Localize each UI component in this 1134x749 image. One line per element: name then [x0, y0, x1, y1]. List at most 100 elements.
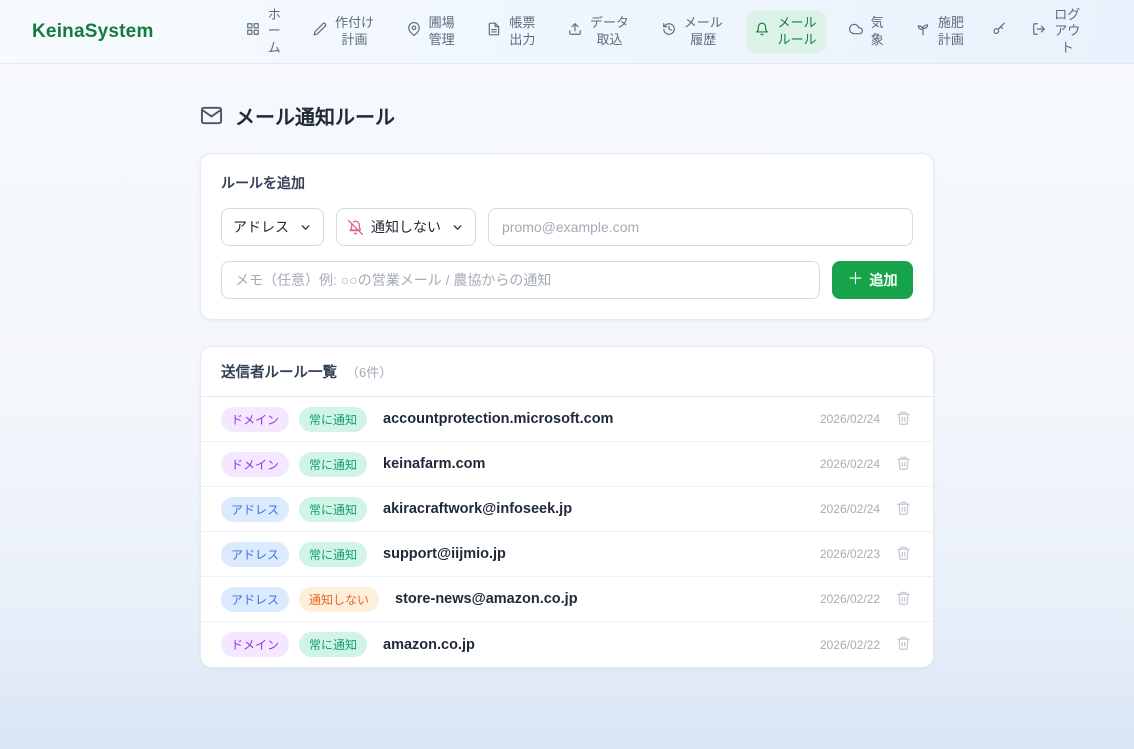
- rule-date: 2026/02/22: [820, 592, 880, 606]
- rule-date: 2026/02/22: [820, 638, 880, 652]
- rules-list-card: 送信者ルール一覧 （6件） ドメイン 常に通知 accountprotectio…: [200, 346, 934, 668]
- page-title: メール通知ルール: [200, 101, 934, 130]
- rule-type-badge: ドメイン: [221, 632, 289, 657]
- rule-value: akiracraftwork@infoseek.jp: [383, 501, 820, 517]
- rule-row: ドメイン 常に通知 keinafarm.com 2026/02/24: [201, 442, 933, 487]
- grid-icon: [246, 22, 260, 40]
- nav-label: 圃場管理: [428, 15, 456, 48]
- rule-value: accountprotection.microsoft.com: [383, 411, 820, 427]
- rule-action-badge: 常に通知: [299, 407, 367, 432]
- rules-list-header: 送信者ルール一覧 （6件）: [201, 347, 933, 397]
- nav-item-data-import[interactable]: データ取込: [559, 10, 639, 53]
- add-rule-row-2: ＋ 追加: [221, 261, 913, 299]
- trash-icon: [896, 635, 911, 654]
- nav-label: 帳票出力: [508, 15, 536, 48]
- nav-label: 気象: [870, 15, 884, 48]
- nav-item-report-output[interactable]: 帳票出力: [478, 10, 545, 53]
- rule-action-select[interactable]: 通知しない: [336, 208, 476, 246]
- page-title-text: メール通知ルール: [235, 101, 395, 130]
- rule-type-select[interactable]: アドレス: [221, 208, 324, 246]
- rule-action-badge: 常に通知: [299, 542, 367, 567]
- nav-label: データ取込: [589, 15, 630, 48]
- nav-label: メールルール: [776, 15, 817, 48]
- rule-type-badge: アドレス: [221, 542, 289, 567]
- cloud-icon: [849, 22, 863, 40]
- rule-type-badge: ドメイン: [221, 407, 289, 432]
- rules-list-title: 送信者ルール一覧: [221, 361, 337, 382]
- rule-row: ドメイン 常に通知 amazon.co.jp 2026/02/22: [201, 622, 933, 667]
- rule-type-badge: アドレス: [221, 497, 289, 522]
- delete-rule-button[interactable]: [894, 633, 913, 656]
- trash-icon: [896, 410, 911, 429]
- pencil-icon: [313, 22, 327, 40]
- delete-rule-button[interactable]: [894, 543, 913, 566]
- trash-icon: [896, 455, 911, 474]
- mail-icon: [200, 104, 223, 127]
- rule-row: アドレス 常に通知 akiracraftwork@infoseek.jp 202…: [201, 487, 933, 532]
- nav-item-mail-rules[interactable]: メールルール: [746, 10, 826, 53]
- bell-icon: [755, 22, 769, 40]
- brand-logo[interactable]: KeinaSystem: [32, 21, 154, 43]
- nav-item-home[interactable]: ホーム: [237, 2, 290, 61]
- map-pin-icon: [407, 22, 421, 40]
- memo-input[interactable]: [221, 261, 820, 299]
- nav-item-key[interactable]: [988, 17, 1010, 45]
- delete-rule-button[interactable]: [894, 498, 913, 521]
- delete-rule-button[interactable]: [894, 588, 913, 611]
- rule-action-badge: 通知しない: [299, 587, 379, 612]
- delete-rule-button[interactable]: [894, 453, 913, 476]
- rule-row: ドメイン 常に通知 accountprotection.microsoft.co…: [201, 397, 933, 442]
- plus-icon: ＋: [847, 272, 863, 288]
- nav-item-field-management[interactable]: 圃場管理: [398, 10, 465, 53]
- logout-icon: [1032, 22, 1046, 40]
- nav-item-mail-history[interactable]: メール履歴: [653, 10, 733, 53]
- delete-rule-button[interactable]: [894, 408, 913, 431]
- rule-row: アドレス 通知しない store-news@amazon.co.jp 2026/…: [201, 577, 933, 622]
- top-nav: KeinaSystem ホーム 作付け計画 圃場管理 帳票出力 データ取込 メー…: [0, 0, 1134, 64]
- rule-type-badge: ドメイン: [221, 452, 289, 477]
- upload-icon: [568, 22, 582, 40]
- address-input[interactable]: [488, 208, 913, 246]
- nav-items: ホーム 作付け計画 圃場管理 帳票出力 データ取込 メール履歴 メールルール: [224, 2, 1104, 61]
- key-icon: [992, 22, 1006, 40]
- sprout-icon: [916, 22, 930, 40]
- nav-item-logout[interactable]: ログアウト: [1023, 2, 1090, 61]
- nav-label: メール履歴: [683, 15, 724, 48]
- rule-value: support@iijmio.jp: [383, 546, 820, 562]
- nav-label: ログアウト: [1053, 7, 1081, 56]
- add-rule-card: ルールを追加 アドレス 通知しない ＋ 追加: [200, 153, 934, 320]
- nav-item-planting-plan[interactable]: 作付け計画: [304, 10, 384, 53]
- bell-off-icon: [348, 220, 363, 235]
- trash-icon: [896, 500, 911, 519]
- rule-date: 2026/02/24: [820, 412, 880, 426]
- rule-date: 2026/02/24: [820, 502, 880, 516]
- rule-action-badge: 常に通知: [299, 632, 367, 657]
- add-rule-row-1: アドレス 通知しない: [221, 208, 913, 246]
- add-rule-title: ルールを追加: [221, 173, 913, 193]
- nav-label: 施肥計画: [937, 15, 965, 48]
- chevron-down-icon: [451, 221, 464, 234]
- rule-date: 2026/02/24: [820, 457, 880, 471]
- rule-value: amazon.co.jp: [383, 637, 820, 653]
- document-icon: [487, 22, 501, 40]
- rule-action-value: 通知しない: [371, 217, 441, 237]
- history-icon: [662, 22, 676, 40]
- main-content: メール通知ルール ルールを追加 アドレス 通知しない ＋ 追加: [200, 64, 934, 668]
- trash-icon: [896, 545, 911, 564]
- add-button-label: 追加: [870, 270, 898, 290]
- rule-value: keinafarm.com: [383, 456, 820, 472]
- nav-item-weather[interactable]: 気象: [840, 10, 893, 53]
- rules-list-count: （6件）: [346, 362, 392, 381]
- rule-action-badge: 常に通知: [299, 452, 367, 477]
- rule-row: アドレス 常に通知 support@iijmio.jp 2026/02/23: [201, 532, 933, 577]
- rule-action-badge: 常に通知: [299, 497, 367, 522]
- rule-type-badge: アドレス: [221, 587, 289, 612]
- nav-item-fertilization-plan[interactable]: 施肥計画: [907, 10, 974, 53]
- add-rule-button[interactable]: ＋ 追加: [832, 261, 913, 299]
- chevron-down-icon: [299, 221, 312, 234]
- nav-label: 作付け計画: [334, 15, 375, 48]
- rule-type-value: アドレス: [233, 217, 289, 237]
- trash-icon: [896, 590, 911, 609]
- rule-date: 2026/02/23: [820, 547, 880, 561]
- rule-value: store-news@amazon.co.jp: [395, 591, 820, 607]
